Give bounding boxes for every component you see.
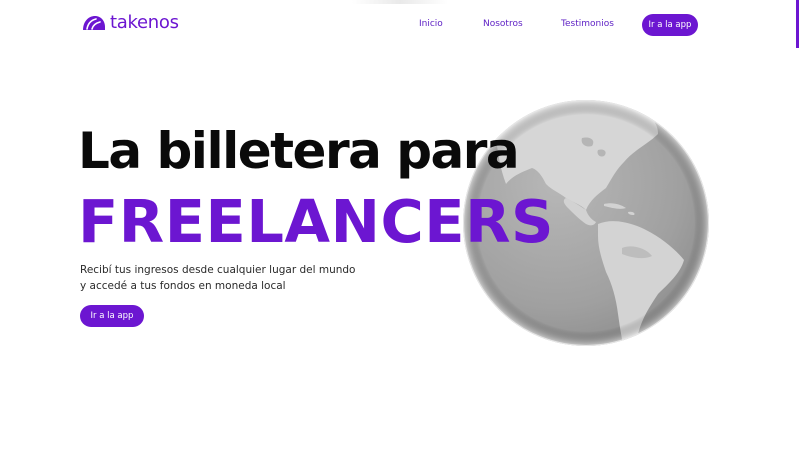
hero-subtitle-line1: Recibí tus ingresos desde cualquier luga… [80,264,356,276]
nav-link-nosotros[interactable]: Nosotros [483,19,523,29]
scrollbar[interactable] [796,0,799,48]
taco-icon [82,15,106,31]
top-strip [352,0,448,4]
header-app-button[interactable]: Ir a la app [642,14,698,36]
hero-title-line2: FREELANCERS [78,187,555,256]
nav-link-testimonios[interactable]: Testimonios [561,19,614,29]
hero-subtitle: Recibí tus ingresos desde cualquier luga… [80,262,380,294]
nav-link-inicio[interactable]: Inicio [419,19,443,29]
logo[interactable]: takenos [82,12,179,33]
landing-page: takenos Inicio Nosotros Testimonios Ir a… [0,0,800,450]
hero-title-line1: La billetera para [78,122,520,180]
logo-text: takenos [110,12,179,33]
hero-subtitle-line2: y accedé a tus fondos en moneda local [80,280,286,292]
hero-app-button[interactable]: Ir a la app [80,305,144,327]
